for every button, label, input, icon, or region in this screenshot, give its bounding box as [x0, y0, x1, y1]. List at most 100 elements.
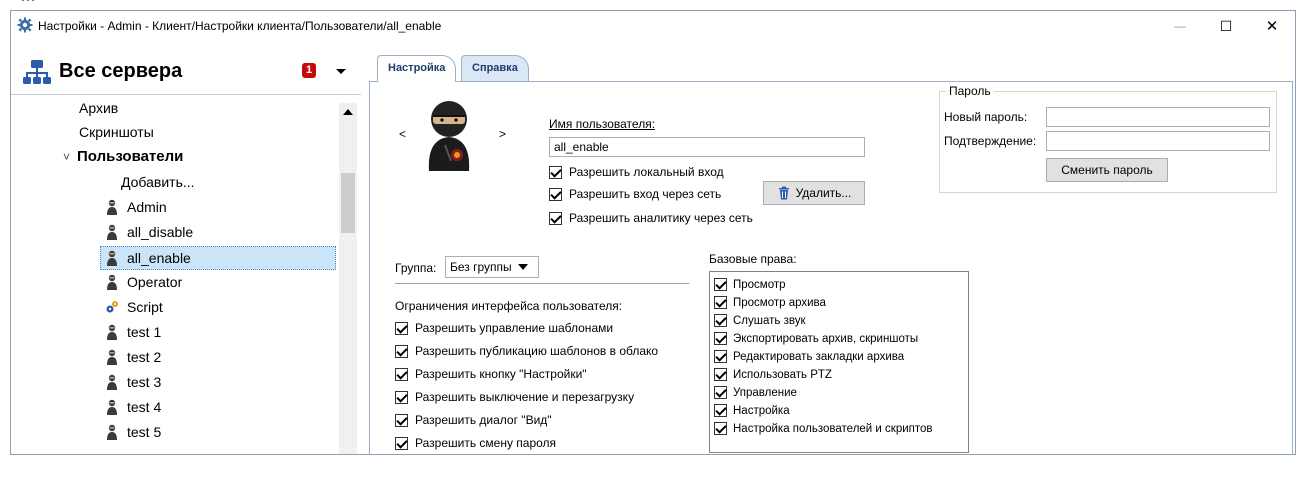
checkbox-checked[interactable]	[395, 436, 408, 450]
tree-item-user-test2[interactable]: test 2	[105, 346, 161, 370]
checkbox-label: Разрешить вход через сеть	[569, 187, 722, 201]
checkbox-checked[interactable]	[714, 386, 727, 399]
checkbox-label: Редактировать закладки архива	[733, 350, 905, 363]
network-servers-icon	[23, 60, 51, 84]
allow-settings-button-checkbox[interactable]: Разрешить кнопку "Настройки"	[395, 365, 587, 383]
tree-item-archive[interactable]: Архив	[79, 103, 118, 121]
checkbox-checked[interactable]	[395, 413, 408, 427]
close-button[interactable]: ✕	[1249, 11, 1295, 41]
tree-item-user-admin[interactable]: Admin	[105, 196, 167, 220]
right-settings-checkbox[interactable]: Настройка	[714, 402, 790, 419]
checkbox-checked[interactable]	[395, 344, 408, 358]
checkbox-checked[interactable]	[395, 390, 408, 404]
checkbox-checked[interactable]	[714, 422, 727, 435]
title-bar[interactable]: Настройки - Admin - Клиент/Настройки кли…	[11, 11, 1295, 41]
tree-item-user-operator[interactable]: Operator	[105, 271, 182, 295]
checkbox-checked[interactable]	[395, 321, 408, 335]
username-input[interactable]	[549, 137, 865, 157]
tree-item-label: test 1	[127, 324, 162, 340]
tree-item-add-user[interactable]: Добавить...	[121, 171, 195, 195]
right-export-checkbox[interactable]: Экспортировать архив, скриншоты	[714, 330, 918, 347]
checkbox-checked[interactable]	[714, 368, 727, 381]
tree-item-user-all-disable[interactable]: all_disable	[105, 221, 193, 245]
settings-window: Настройки - Admin - Клиент/Настройки кли…	[10, 10, 1296, 455]
tree-item-label: Script	[127, 299, 163, 315]
allow-cloud-publish-checkbox[interactable]: Разрешить публикацию шаблонов в облако	[395, 342, 658, 360]
tree-item-user-test1[interactable]: test 1	[105, 321, 161, 345]
allow-network-analytics-checkbox[interactable]: Разрешить аналитику через сеть	[549, 209, 753, 227]
allow-view-dialog-checkbox[interactable]: Разрешить диалог "Вид"	[395, 411, 552, 429]
tree-item-user-all-enable[interactable]: all_enable	[100, 246, 336, 270]
allow-template-management-checkbox[interactable]: Разрешить управление шаблонами	[395, 319, 613, 337]
allow-password-change-checkbox[interactable]: Разрешить смену пароля	[395, 434, 556, 452]
tree-item-label: Добавить...	[121, 174, 195, 190]
server-selector[interactable]: Все сервера 1	[11, 47, 361, 95]
checkbox-checked[interactable]	[714, 404, 727, 417]
checkbox-checked[interactable]	[714, 332, 727, 345]
username-label: Имя пользователя:	[549, 117, 656, 131]
tree-item-label: all_disable	[127, 224, 194, 240]
scroll-up-arrow-icon[interactable]	[343, 109, 353, 115]
right-edit-bookmarks-checkbox[interactable]: Редактировать закладки архива	[714, 348, 904, 365]
allow-network-login-checkbox[interactable]: Разрешить вход через сеть	[549, 185, 721, 203]
avatar-prev-button[interactable]: <	[399, 127, 406, 141]
avatar-area: < >	[393, 93, 506, 173]
scrollbar-thumb[interactable]	[341, 173, 355, 233]
avatar-ninja-icon	[428, 101, 470, 171]
checkbox-checked[interactable]	[714, 314, 727, 327]
confirm-password-input[interactable]	[1046, 131, 1270, 151]
right-view-checkbox[interactable]: Просмотр	[714, 276, 786, 293]
maximize-button[interactable]: ☐	[1203, 11, 1249, 41]
top-caption: …	[0, 0, 1314, 10]
right-view-archive-checkbox[interactable]: Просмотр архива	[714, 294, 826, 311]
checkbox-label: Разрешить кнопку "Настройки"	[415, 367, 587, 381]
checkbox-checked[interactable]	[549, 165, 562, 179]
checkbox-checked[interactable]	[714, 296, 727, 309]
allow-local-login-checkbox[interactable]: Разрешить локальный вход	[549, 163, 724, 181]
tree-item-user-test4[interactable]: test 4	[105, 396, 161, 420]
ui-limits-title: Ограничения интерфейса пользователя:	[395, 299, 623, 313]
user-icon	[107, 274, 117, 290]
tree-item-user-test3[interactable]: test 3	[105, 371, 161, 395]
change-password-button[interactable]: Сменить пароль	[1046, 158, 1168, 182]
chevron-down-icon[interactable]	[331, 63, 351, 79]
change-password-label: Сменить пароль	[1061, 163, 1153, 177]
tree-scrollbar[interactable]	[339, 103, 357, 454]
tree-item-screenshots[interactable]: Скриншоты	[79, 121, 154, 145]
new-password-input[interactable]	[1046, 107, 1270, 127]
alert-badge[interactable]: 1	[302, 63, 316, 78]
right-users-scripts-checkbox[interactable]: Настройка пользователей и скриптов	[714, 420, 933, 437]
tab-help[interactable]: Справка	[461, 55, 529, 81]
tree-item-label: Скриншоты	[79, 124, 154, 140]
group-select-value: Без группы	[450, 260, 512, 274]
close-icon: ✕	[1265, 18, 1279, 35]
checkbox-checked[interactable]	[714, 350, 727, 363]
avatar-next-button[interactable]: >	[499, 127, 506, 141]
checkbox-label: Разрешить диалог "Вид"	[415, 413, 552, 427]
tab-label: Настройка	[388, 62, 446, 74]
tree-item-script[interactable]: Script	[105, 296, 163, 320]
user-icon	[107, 199, 117, 215]
tab-settings[interactable]: Настройка	[377, 55, 457, 82]
group-select[interactable]: Без группы	[445, 256, 539, 278]
password-groupbox: Пароль Новый пароль: Подтверждение: Смен…	[939, 84, 1277, 193]
minimize-icon: —	[1174, 19, 1186, 33]
checkbox-checked[interactable]	[549, 211, 562, 225]
checkbox-checked[interactable]	[549, 187, 562, 201]
allow-shutdown-reboot-checkbox[interactable]: Разрешить выключение и перезагрузку	[395, 388, 634, 406]
delete-user-button[interactable]: Удалить...	[763, 181, 865, 205]
checkbox-checked[interactable]	[395, 367, 408, 381]
minimize-button[interactable]: —	[1157, 11, 1203, 41]
checkbox-label: Разрешить аналитику через сеть	[569, 211, 753, 225]
checkbox-label: Настройка пользователей и скриптов	[733, 422, 933, 435]
right-listen-audio-checkbox[interactable]: Слушать звук	[714, 312, 806, 329]
new-password-label: Новый пароль:	[944, 110, 1028, 124]
tree-item-users[interactable]: ˅ Пользователи	[63, 146, 183, 170]
right-control-checkbox[interactable]: Управление	[714, 384, 797, 401]
tree-item-user-test5[interactable]: test 5	[105, 421, 161, 445]
base-rights-list: Просмотр Просмотр архива Слушать звук Эк…	[709, 271, 969, 453]
right-ptz-checkbox[interactable]: Использовать PTZ	[714, 366, 832, 383]
chevron-down-icon[interactable]: ˅	[63, 146, 77, 168]
checkbox-checked[interactable]	[714, 278, 727, 291]
checkbox-label: Использовать PTZ	[733, 368, 832, 381]
